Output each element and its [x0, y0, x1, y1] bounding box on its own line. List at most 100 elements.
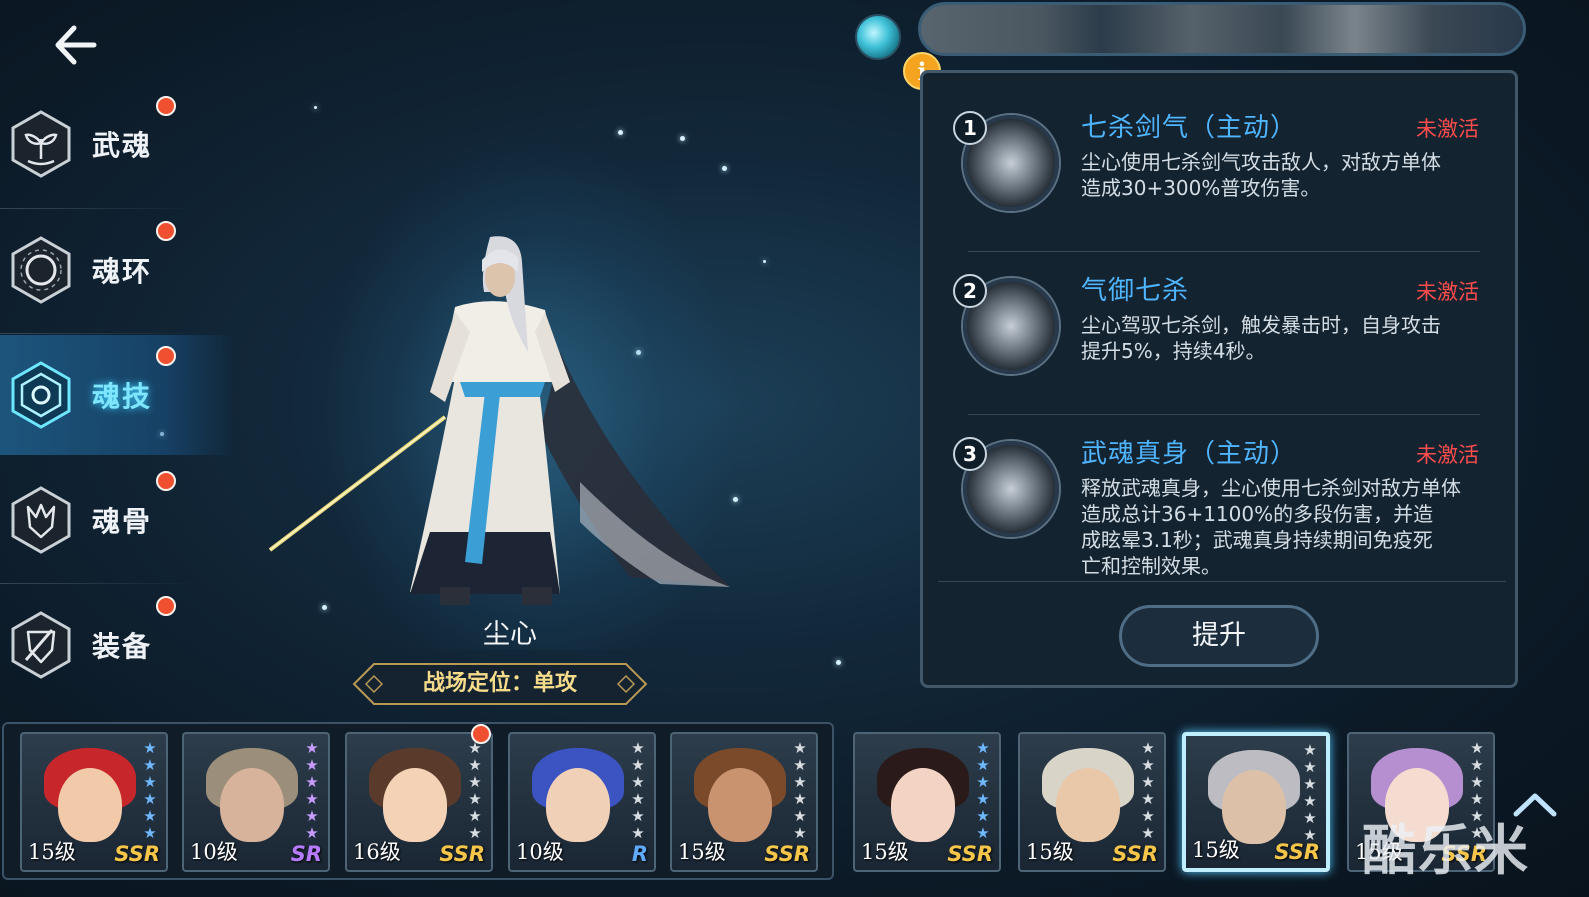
skill-status: 未激活 [1416, 443, 1479, 467]
hero-portrait [891, 768, 955, 842]
divider [968, 251, 1480, 252]
sidebar-item-label: 装备 [92, 630, 153, 663]
star-rating: ★ ★ ★ ★ ★ ★ [465, 740, 485, 842]
skill-desc-line: 尘心驾驭七杀剑，触发暴击时，自身攻击 [1081, 313, 1441, 337]
star-icon: ★ [468, 790, 482, 808]
hero-rarity: SSR [1274, 840, 1320, 864]
shield-hex-icon [11, 611, 71, 679]
divider [0, 583, 200, 584]
hero-level: 10级 [516, 840, 564, 864]
star-icon: ★ [1141, 756, 1155, 774]
hero-rarity: SSR [947, 842, 993, 866]
hero-card[interactable]: ★ ★ ★ ★ ★ ★ 15级 SSR [853, 732, 1001, 872]
star-icon: ★ [305, 773, 319, 791]
sidebar-item-hunhuan[interactable]: 魂环 [0, 210, 235, 330]
hero-portrait [58, 768, 122, 842]
star-icon: ★ [468, 773, 482, 791]
star-icon: ★ [143, 739, 157, 757]
skill-title: 七杀剑气（主动） [1081, 113, 1298, 143]
skill-card-1[interactable]: 1 七杀剑气（主动） 未激活 尘心使用七杀剑气攻击敌人，对敌方单体 造成30+3… [923, 103, 1521, 263]
notification-dot [156, 346, 176, 366]
resource-bar [918, 2, 1526, 56]
star-icon: ★ [1470, 756, 1484, 774]
hero-rarity: SSR [1112, 842, 1158, 866]
star-icon: ★ [305, 739, 319, 757]
star-icon: ★ [976, 790, 990, 808]
back-button[interactable] [50, 22, 102, 68]
star-icon: ★ [976, 756, 990, 774]
star-icon: ★ [468, 824, 482, 842]
star-icon: ★ [468, 756, 482, 774]
sprout-hex-icon [11, 110, 71, 178]
star-icon: ★ [1470, 739, 1484, 757]
star-rating: ★ ★ ★ ★ ★ ★ [790, 740, 810, 842]
hero-card[interactable]: ★ ★ ★ ★ ★ ★ 10级 SR [182, 732, 330, 872]
hero-level: 15级 [1026, 840, 1074, 864]
watermark: 酷乐米 [1362, 819, 1530, 882]
star-icon: ★ [143, 756, 157, 774]
hero-portrait [220, 768, 284, 842]
star-icon: ★ [976, 824, 990, 842]
divider [0, 333, 200, 334]
skill-desc-line: 造成30+300%普攻伤害。 [1081, 176, 1321, 200]
hero-card[interactable]: ★ ★ ★ ★ ★ ★ 10级 R [508, 732, 656, 872]
sidebar-item-zhuangbei[interactable]: 装备 [0, 585, 235, 705]
star-icon: ★ [976, 773, 990, 791]
notification-dot [156, 96, 176, 116]
star-icon: ★ [1141, 773, 1155, 791]
hero-rarity: SR [290, 842, 322, 866]
hero-card[interactable]: ★ ★ ★ ★ ★ ★ 15级 SSR [20, 732, 168, 872]
skill-desc-line: 尘心使用七杀剑气攻击敌人，对敌方单体 [1081, 150, 1441, 174]
sidebar-item-hungu[interactable]: 魂骨 [0, 460, 235, 580]
hero-portrait [383, 768, 447, 842]
notification-dot [156, 471, 176, 491]
hero-portrait [1056, 768, 1120, 842]
hero-model[interactable] [260, 232, 740, 612]
hero-card[interactable]: ★ ★ ★ ★ ★ ★ 15级 SSR [1018, 732, 1166, 872]
skill-title: 武魂真身（主动） [1081, 439, 1298, 469]
hero-card[interactable]: ★ ★ ★ ★ ★ ★ 15级 SSR [670, 732, 818, 872]
skill-card-2[interactable]: 2 气御七杀 未激活 尘心驾驭七杀剑，触发暴击时，自身攻击 提升5%，持续4秒。 [923, 266, 1521, 426]
sidebar-item-label: 武魂 [92, 129, 153, 162]
skill-desc-line: 成眩晕3.1秒；武魂真身持续期间免疫死 [1081, 528, 1433, 552]
star-icon: ★ [793, 790, 807, 808]
star-icon: ★ [468, 807, 482, 825]
hero-portrait [546, 768, 610, 842]
star-icon: ★ [631, 824, 645, 842]
hero-rarity: SSR [764, 842, 810, 866]
role-tag-text: 战场定位：单攻 [422, 671, 577, 696]
skill-desc-line: 提升5%，持续4秒。 [1081, 339, 1266, 363]
hero-card[interactable]: ★ ★ ★ ★ ★ ★ 16级 SSR [345, 732, 493, 872]
hero-level: 15级 [678, 840, 726, 864]
star-icon: ★ [305, 824, 319, 842]
star-icon: ★ [793, 739, 807, 757]
hero-card[interactable]: ★ ★ ★ ★ ★ ★ 15级 SSR [1182, 732, 1330, 872]
sidebar-item-hunji[interactable]: 魂技 [0, 335, 235, 455]
divider [0, 208, 200, 209]
star-icon: ★ [793, 773, 807, 791]
star-icon: ★ [976, 807, 990, 825]
hero-level: 16级 [353, 840, 401, 864]
sidebar-item-wuhun[interactable]: 武魂 [0, 84, 235, 204]
star-icon: ★ [1303, 741, 1317, 759]
star-rating: ★ ★ ★ ★ ★ ★ [140, 740, 160, 842]
hero-level: 15级 [1192, 838, 1240, 862]
star-icon: ★ [143, 773, 157, 791]
skill-title: 气御七杀 [1081, 276, 1190, 306]
star-icon: ★ [631, 739, 645, 757]
star-icon: ★ [143, 824, 157, 842]
star-icon: ★ [976, 739, 990, 757]
star-icon: ★ [1303, 775, 1317, 793]
star-rating: ★ ★ ★ ★ ★ ★ [1300, 742, 1320, 844]
role-tag: 战场定位：单攻 [352, 662, 648, 706]
bone-hex-icon [11, 486, 71, 554]
upgrade-button[interactable]: 提升 [1119, 605, 1319, 667]
soul-orb-icon [855, 14, 901, 60]
divider [938, 581, 1506, 582]
hero-level: 15级 [28, 840, 76, 864]
skill-status: 未激活 [1416, 280, 1479, 304]
star-icon: ★ [1303, 809, 1317, 827]
skill-desc-line: 造成总计36+1100%的多段伤害，并造 [1081, 502, 1434, 526]
skill-card-3[interactable]: 3 武魂真身（主动） 未激活 释放武魂真身，尘心使用七杀剑对敌方单体 造成总计3… [923, 429, 1521, 589]
star-rating: ★ ★ ★ ★ ★ ★ [628, 740, 648, 842]
